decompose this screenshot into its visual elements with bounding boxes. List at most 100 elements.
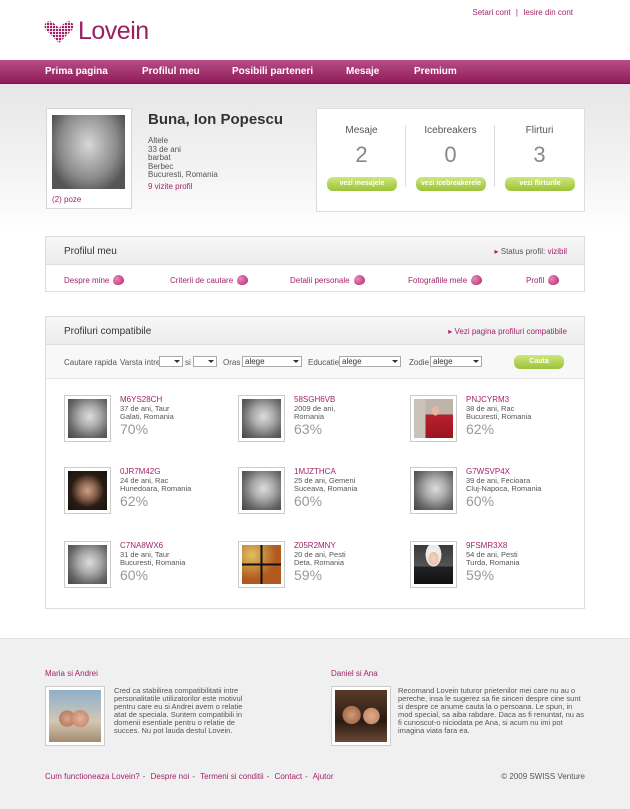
profile-location: Romania [294,412,325,421]
age-min-select[interactable] [159,356,183,367]
city-label: Oras [223,358,241,367]
match-percentage: 60% [120,567,149,583]
user-photo[interactable] [52,115,125,189]
testimonial-text: Recomand Lovein tuturor prietenilor mei … [398,686,584,735]
city-select[interactable]: alege [242,356,302,367]
footer-link-help[interactable]: Ajutor [313,772,334,781]
profile-photo[interactable] [410,467,457,514]
profile-photo[interactable] [238,541,285,588]
search-button[interactable]: Cauta [514,355,564,369]
view-messages-button[interactable]: vezi mesajele [327,177,397,191]
separator: - [266,772,270,781]
profile-card[interactable]: PNJCYRM3 38 de ani, Rac Bucuresti, Romania… [410,395,580,455]
section-title: Profilul meu [64,246,117,257]
match-percentage: 59% [294,567,323,583]
select-value: alege [433,357,453,366]
education-select[interactable]: alege [339,356,401,367]
main-nav: Prima pagina Profilul meu Posibili parte… [0,60,630,84]
heart-icon [236,274,249,286]
profile-photo[interactable] [64,467,111,514]
profile-location: Turda, Romania [466,558,520,567]
profile-link[interactable]: Profil [526,274,561,286]
profile-card[interactable]: G7WSVP4X 39 de ani, Fecioara Cluj-Napoca, … [410,467,580,527]
profile-card[interactable]: C7NA8WX6 31 de ani, Taur Bucuresti, Romani… [64,541,234,601]
photos-link[interactable]: (2) poze [52,195,81,204]
profile-code-link[interactable]: Z05R2MNY [294,541,336,550]
footer-link-about[interactable]: Despre noi [151,772,190,781]
match-percentage: 63% [294,421,323,437]
profile-code-link[interactable]: 0JR7M42G [120,467,160,476]
footer-link-contact[interactable]: Contact [275,772,303,781]
profile-code-link[interactable]: G7WSVP4X [466,467,510,476]
footer: Maria si Andrei Cred ca stabilirea compa… [0,638,630,809]
view-flirts-button[interactable]: vezi flirturile [505,177,575,191]
profile-card[interactable]: M6YS28CH 37 de ani, Taur Galati, Romania 70… [64,395,234,455]
profile-photo[interactable] [64,395,111,442]
profile-details: 25 de ani, Gemeni Suceava, Romania [294,477,357,493]
profile-code-link[interactable]: 9FSMR3X8 [466,541,507,550]
profile-code-link[interactable]: C7NA8WX6 [120,541,163,550]
zodiac-label: Zodie [409,358,430,367]
profile-details: 38 de ani, Rac Bucuresti, Romania [466,405,531,421]
logo[interactable]: Lovein [44,17,149,46]
chevron-down-icon [473,360,479,363]
nav-item-profile[interactable]: Profilul meu [142,66,200,77]
user-photo-card: (2) poze [46,108,132,209]
nav-item-home[interactable]: Prima pagina [45,66,108,77]
profile-card[interactable]: 58SGH6VB 2009 de ani, Romania 63% [238,395,408,455]
nav-item-partners[interactable]: Posibili parteneri [232,66,313,77]
separator: - [305,772,308,781]
stat-flirts: Flirturi 3 vezi flirturile [495,109,584,213]
profile-photo[interactable] [64,541,111,588]
match-percentage: 62% [466,421,495,437]
profile-photo[interactable] [410,541,457,588]
match-percentage: 59% [466,567,495,583]
profile-location: Deta, Romania [294,558,345,567]
profile-card[interactable]: Z05R2MNY 20 de ani, Pesti Deta, Romania 59% [238,541,408,601]
link-label: Detalii personale [290,275,350,285]
settings-link[interactable]: Setari cont [472,8,510,17]
profile-photo[interactable] [410,395,457,442]
profile-status: ▸ Status profil: vizibil [494,247,567,256]
search-criteria-link[interactable]: Criterii de cautare [170,274,249,286]
logout-link[interactable]: Iesire din cont [523,8,573,17]
stats-box: Mesaje 2 vezi mesajele Icebreakers 0 vez… [316,108,585,212]
profile-details: 2009 de ani, Romania [294,405,335,421]
stat-count: 0 [444,142,457,167]
nav-item-messages[interactable]: Mesaje [346,66,379,77]
profile-photo[interactable] [238,467,285,514]
profile-card[interactable]: 9FSMR3X8 54 de ani, Pesti Turda, Romania 59… [410,541,580,601]
my-photos-link[interactable]: Fotografiile mele [408,274,483,286]
view-compatible-link[interactable]: ▸ Vezi pagina profiluri compatibile [448,327,567,336]
copyright: © 2009 SWISS Venture [501,772,585,781]
personal-details-link[interactable]: Detalii personale [290,274,366,286]
profile-visits-link[interactable]: 9 vizite profil [148,182,192,191]
footer-link-how-it-works[interactable]: Cum functioneaza Lovein? [45,772,140,781]
profile-code-link[interactable]: PNJCYRM3 [466,395,509,404]
profile-card[interactable]: 0JR7M42G 24 de ani, Rac Hunedoara, Romania… [64,467,234,527]
zodiac-select[interactable]: alege [430,356,482,367]
link-label: Criterii de cautare [170,275,234,285]
age-max-select[interactable] [193,356,217,367]
profile-code-link[interactable]: 58SGH6VB [294,395,335,404]
status-value-link[interactable]: vizibil [547,247,567,256]
nav-item-premium[interactable]: Premium [414,66,457,77]
profile-photo[interactable] [238,395,285,442]
chevron-down-icon [208,360,214,363]
footer-link-terms[interactable]: Termeni si conditii [200,772,264,781]
stat-label: Mesaje [345,125,378,136]
chevron-down-icon [392,360,398,363]
profile-code-link[interactable]: M6YS28CH [120,395,162,404]
view-icebreakers-button[interactable]: vezi icebreakerele [416,177,486,191]
testimonial-photo [331,686,391,746]
profile-details: 31 de ani, Taur Bucuresti, Romania [120,551,185,567]
profile-card[interactable]: 1MJZTHCA 25 de ani, Gemeni Suceava, Romani… [238,467,408,527]
user-info: Altele 33 de ani barbat Berbec Bucuresti… [148,136,218,180]
link-label: Profil [526,275,545,285]
heart-logo-icon [44,20,74,43]
select-value: alege [342,357,362,366]
footer-links: Cum functioneaza Lovein? - Despre noi - Te… [45,772,334,781]
profile-code-link[interactable]: 1MJZTHCA [294,467,336,476]
about-me-link[interactable]: Despre mine [64,274,126,286]
profile-location: Bucuresti, Romania [120,558,186,567]
